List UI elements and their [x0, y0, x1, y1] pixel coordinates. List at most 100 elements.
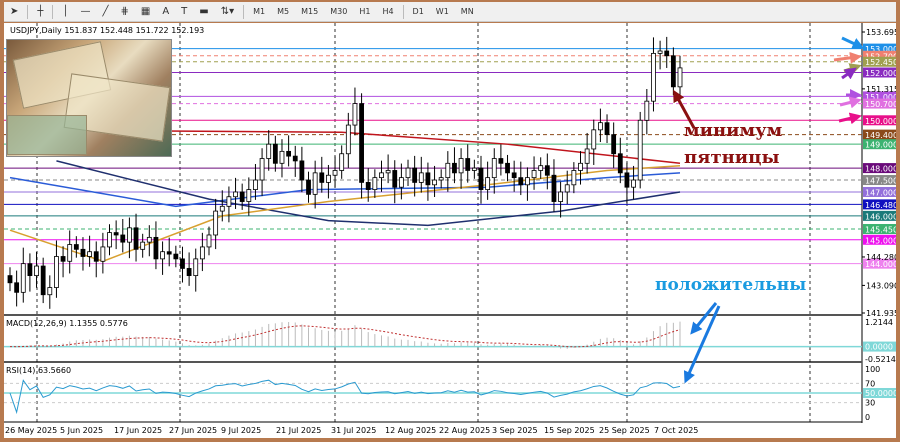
candle-body: [14, 282, 20, 293]
trendline-tool-icon[interactable]: ╱: [96, 6, 114, 17]
candle-body: [538, 165, 544, 171]
candle-body: [306, 179, 311, 195]
candle-body: [525, 177, 530, 186]
candle-body: [253, 179, 258, 190]
annotation-minimum: минимум: [684, 120, 783, 141]
candle-body: [578, 162, 583, 171]
candle-body: [80, 248, 86, 257]
crosshair-tool-icon[interactable]: ┼: [31, 6, 49, 17]
candle-body: [511, 172, 517, 179]
timeframe-w1[interactable]: W1: [430, 7, 455, 16]
candle-body: [173, 253, 179, 260]
candle-body: [491, 158, 497, 179]
candle-body: [664, 50, 670, 57]
text-label-tool-icon[interactable]: T: [175, 6, 193, 17]
candle-body: [670, 55, 676, 88]
candle-body: [292, 155, 298, 162]
date-tick-label: 26 May 2025: [5, 426, 57, 435]
candle-body: [438, 177, 444, 181]
chart-window[interactable]: 153.000152.700152.450152.000151.000150.7…: [4, 23, 899, 438]
timeframe-h4[interactable]: H4: [376, 7, 399, 16]
candle-body: [418, 172, 424, 183]
candle-body: [651, 52, 656, 102]
date-tick-label: 15 Sep 2025: [544, 426, 595, 435]
candle-body: [379, 172, 384, 179]
timeframe-m1[interactable]: M1: [247, 7, 271, 16]
date-tick-label: 7 Oct 2025: [654, 426, 698, 435]
cursor-tool-icon[interactable]: ➤: [4, 6, 24, 17]
candle-body: [531, 170, 537, 179]
candle-body: [186, 268, 192, 277]
candle-body: [339, 153, 345, 171]
moving-average-line: [9, 172, 681, 208]
macd-signal-line: [9, 325, 681, 348]
vertical-line-tool-icon[interactable]: │: [56, 6, 74, 17]
price-tick-label: 151.315: [866, 85, 896, 94]
candle-body: [458, 158, 464, 174]
price-tick-label: 141.935: [866, 309, 896, 318]
candle-body: [246, 189, 252, 202]
candle-body: [54, 256, 59, 288]
date-tick-label: 25 Sep 2025: [599, 426, 650, 435]
grid-tool-icon[interactable]: ▦: [135, 6, 156, 17]
level-label: 145.450: [865, 226, 896, 235]
date-tick-label: 21 Jul 2025: [276, 426, 321, 435]
candle-body: [365, 182, 371, 190]
candle-body: [452, 162, 457, 174]
candle-body: [213, 210, 219, 236]
annotation-friday: пятницы: [684, 147, 780, 168]
candle-body: [239, 191, 245, 202]
candle-body: [27, 263, 33, 277]
horizontal-line-tool-icon[interactable]: —: [74, 6, 96, 17]
candle-body: [677, 67, 683, 88]
candle-body: [385, 170, 391, 174]
candle-body: [544, 165, 550, 176]
candle-body: [113, 232, 119, 236]
timeframe-m15[interactable]: M15: [295, 7, 324, 16]
candle-body: [193, 258, 199, 277]
candle-body: [345, 124, 351, 155]
candle-body: [631, 179, 636, 188]
candle-body: [485, 177, 491, 190]
candle-body: [20, 263, 26, 293]
candle-body: [146, 236, 152, 243]
level-label: 152.000: [865, 69, 896, 78]
candle-body: [312, 172, 318, 195]
candle-body: [518, 177, 524, 186]
candle-body: [319, 172, 325, 183]
candle-body: [425, 172, 431, 186]
level-label: 146.480: [865, 201, 896, 210]
candle-body: [498, 158, 504, 164]
level-label: 146.000: [865, 212, 896, 221]
level-label: 152.450: [865, 58, 896, 67]
candle-body: [584, 148, 590, 164]
banknotes-image: [6, 39, 172, 157]
macd-tick-label: 0.0000: [865, 343, 893, 352]
annotation-positive: положительны: [655, 275, 807, 295]
arrows-tool-icon[interactable]: ⇅▾: [215, 6, 240, 17]
candle-body: [398, 177, 404, 188]
candle-body: [611, 134, 617, 155]
candle-body: [279, 150, 285, 164]
level-pointer-arrow-icon: [839, 96, 862, 109]
price-tick-label: 144.280: [866, 253, 896, 262]
timeframe-mn[interactable]: MN: [455, 7, 480, 16]
candle-body: [107, 232, 112, 248]
timeframe-h1[interactable]: H1: [353, 7, 376, 16]
fibonacci-tool-icon[interactable]: ⋕: [114, 6, 134, 17]
candle-body: [160, 251, 165, 260]
price-tick-label: 153.695: [866, 28, 896, 37]
level-pointer-arrow-icon: [843, 63, 862, 75]
candle-body: [597, 122, 603, 131]
macd-tick-label: -0.5214: [865, 355, 896, 364]
timeframe-d1[interactable]: D1: [407, 7, 430, 16]
timeframe-m30[interactable]: M30: [324, 7, 353, 16]
candle-body: [40, 265, 46, 296]
candle-body: [604, 122, 610, 136]
date-tick-label: 31 Jul 2025: [331, 426, 376, 435]
level-label: 147.000: [865, 188, 896, 197]
rectangle-tool-icon[interactable]: ▬: [193, 6, 214, 17]
rsi-line: [9, 379, 681, 415]
text-tool-icon[interactable]: A: [156, 6, 175, 17]
timeframe-m5[interactable]: M5: [271, 7, 295, 16]
